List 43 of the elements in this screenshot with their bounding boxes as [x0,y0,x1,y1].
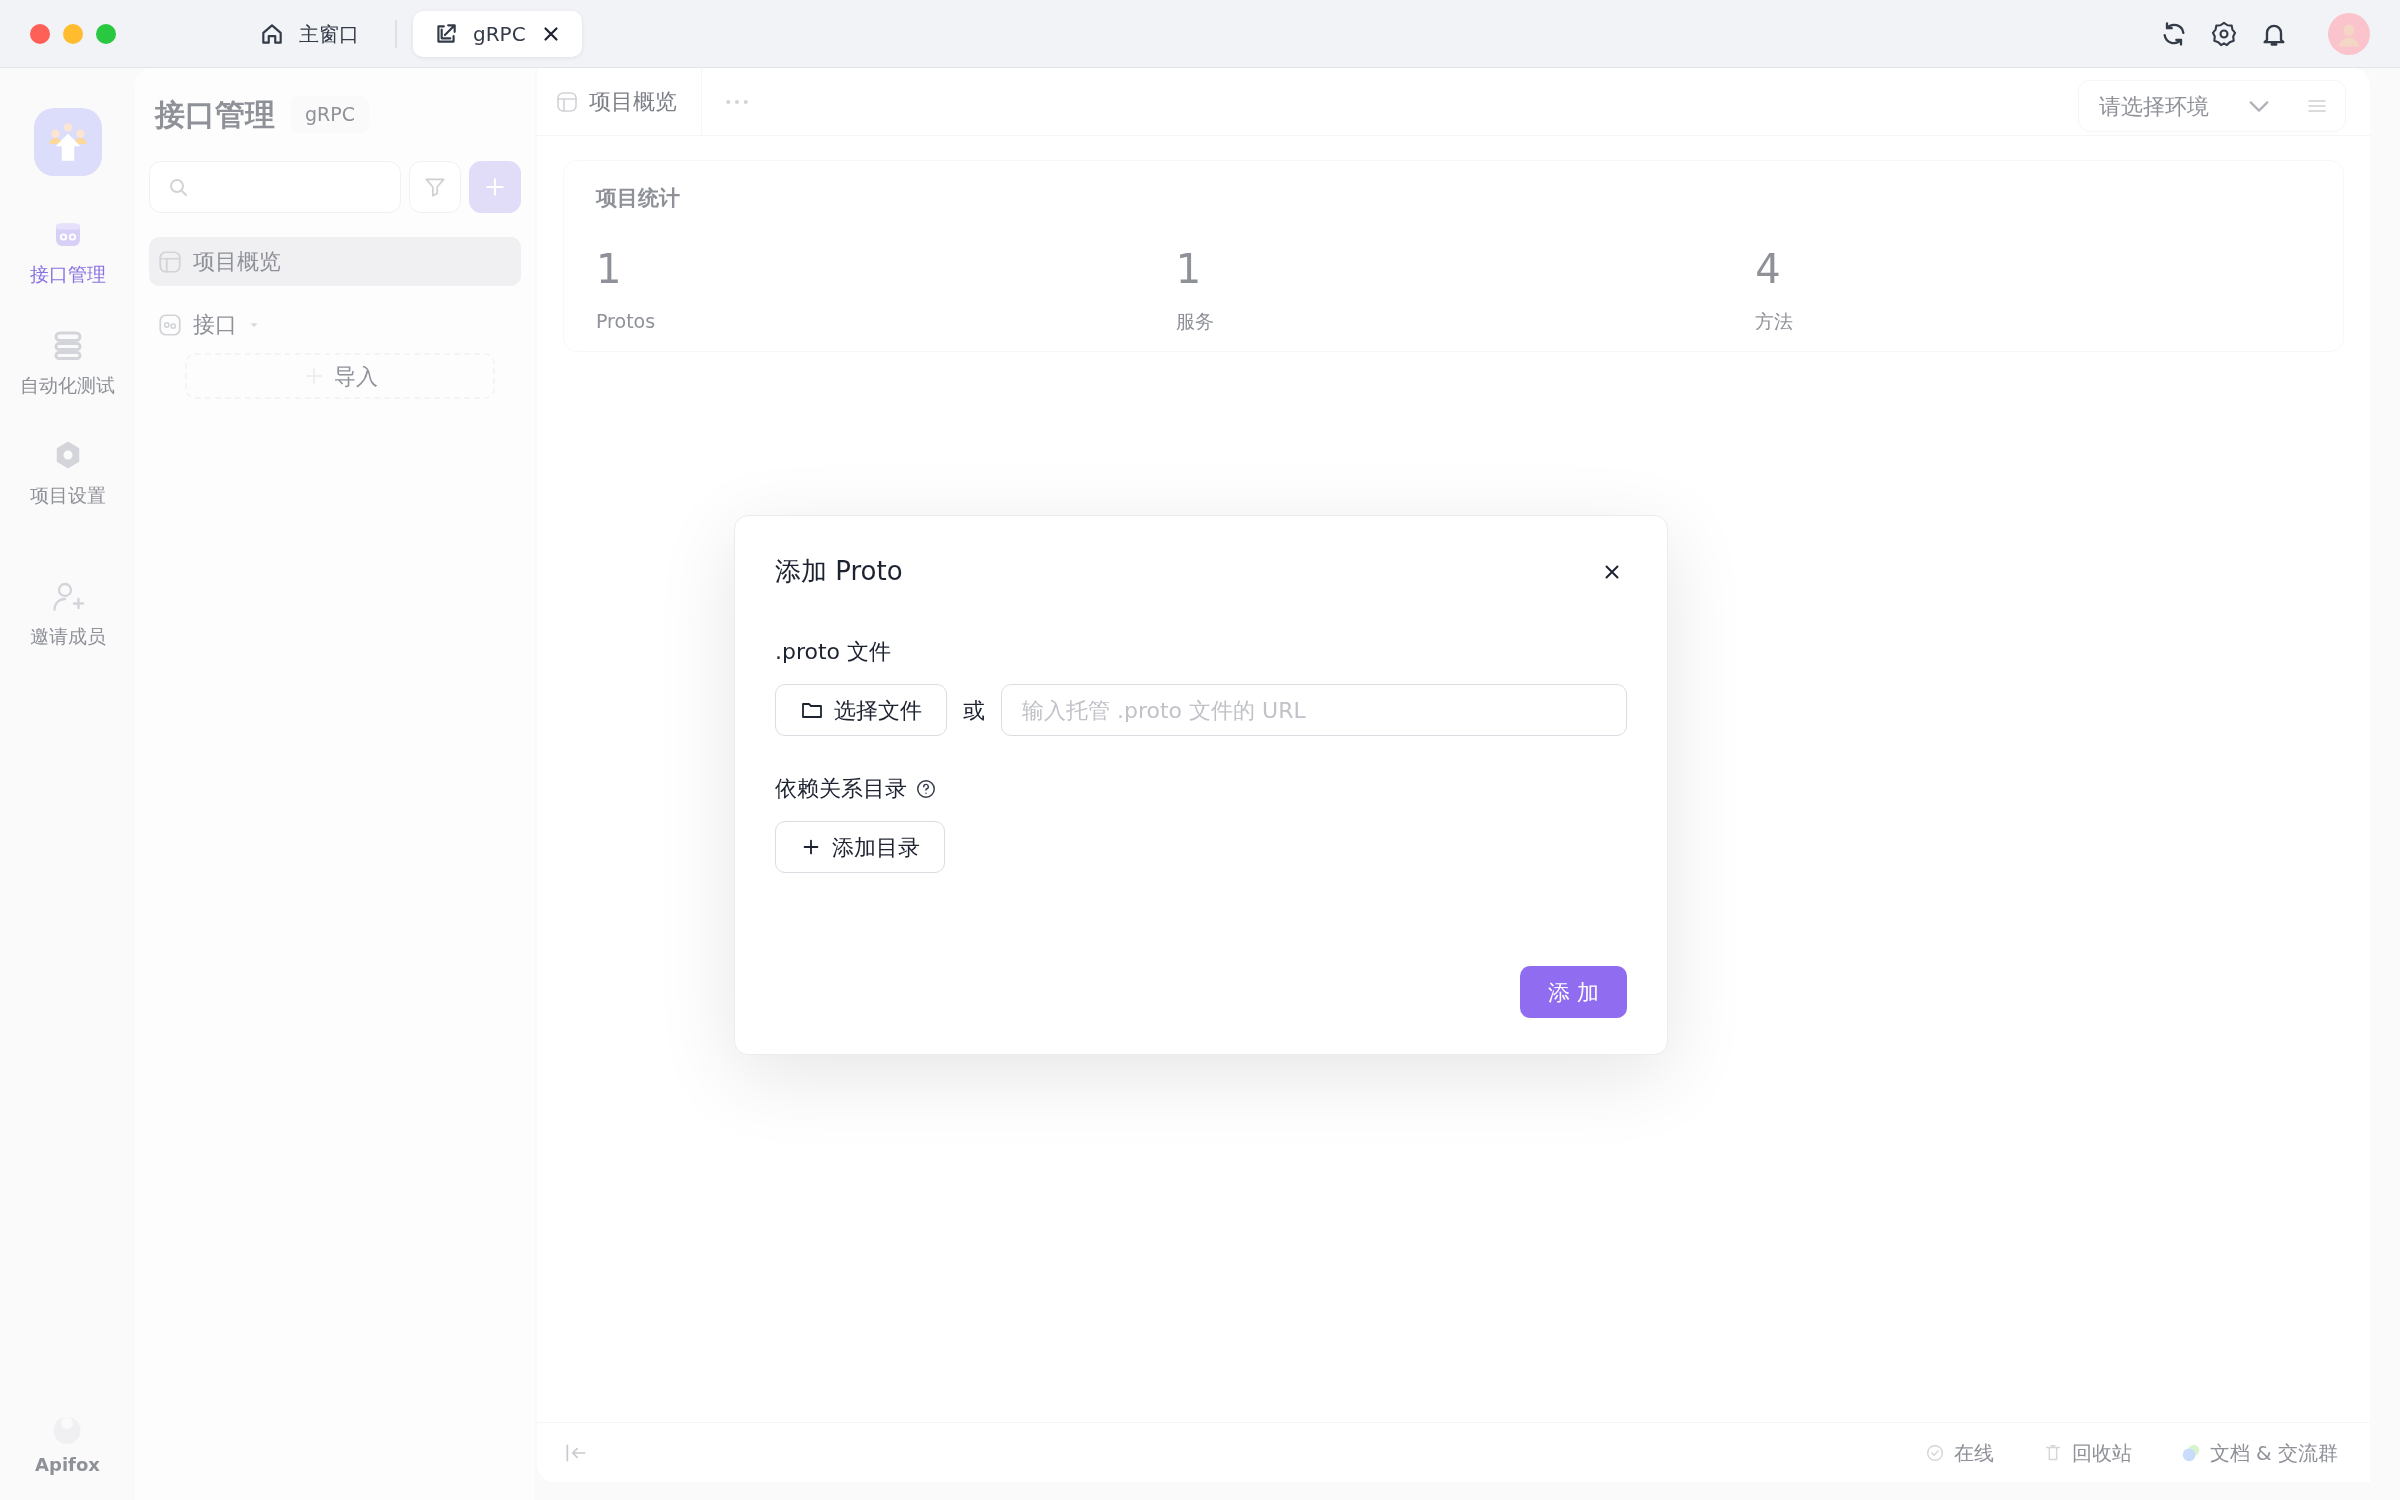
content-tab[interactable]: 项目概览 [537,68,702,135]
sidebar-item[interactable]: 项目概览 [149,237,521,286]
help-icon [915,777,937,800]
add-button[interactable] [469,161,521,213]
sidebar-item[interactable]: 接口 [149,300,521,349]
window-tab[interactable]: 主窗口 [239,10,379,57]
stat-label: Protos [596,308,656,334]
filter-button[interactable] [409,161,461,213]
api-icon [157,311,183,338]
status-bar-item[interactable]: 文档 & 交流群 [2173,1436,2344,1469]
or-label: 或 [963,696,985,725]
stat-label: 方法 [1755,308,1794,334]
nav-rail-item[interactable]: 邀请成员 [29,577,106,650]
nav-rail-item[interactable]: 项目设置 [29,437,106,510]
field-label: .proto 文件 [775,638,893,666]
zoom-window-button[interactable] [96,23,116,44]
search-field[interactable] [149,161,401,213]
nav-rail-item[interactable]: 接口管理 [29,216,106,289]
settings-icon[interactable] [2210,19,2238,48]
chevron-down-icon [2249,100,2269,112]
submit-button[interactable]: 添 加 [1520,966,1627,1018]
field-label: 依赖关系目录 [775,775,907,803]
minimize-window-button[interactable] [63,23,83,44]
add-directory-button[interactable]: 添加目录 [775,821,945,873]
stat-value: 4 [1755,244,1781,294]
stats-title: 项目统计 [596,185,681,212]
nav-rail-item[interactable]: 自动化测试 [20,326,115,399]
close-window-button[interactable] [30,23,50,44]
brand-name: Apifox [35,1453,100,1477]
window-tab[interactable]: gRPC [413,10,582,57]
layout-icon [555,89,579,114]
choose-file-button[interactable]: 选择文件 [775,684,947,736]
stat-value: 1 [1175,244,1202,294]
stat-value: 1 [596,244,622,294]
sidebar-title: 接口管理 [155,96,275,134]
import-button[interactable]: 导入 [185,353,495,399]
status-bar-item[interactable]: 回收站 [2035,1436,2138,1469]
stat-label: 服务 [1175,308,1214,334]
dialog-title: 添加 Proto [775,555,903,588]
status-bar-item[interactable]: 在线 [1917,1436,2000,1469]
avatar[interactable] [2328,12,2370,55]
layout-icon [157,248,183,275]
url-field[interactable]: 输入托管 .proto 文件的 URL [1001,684,1627,736]
